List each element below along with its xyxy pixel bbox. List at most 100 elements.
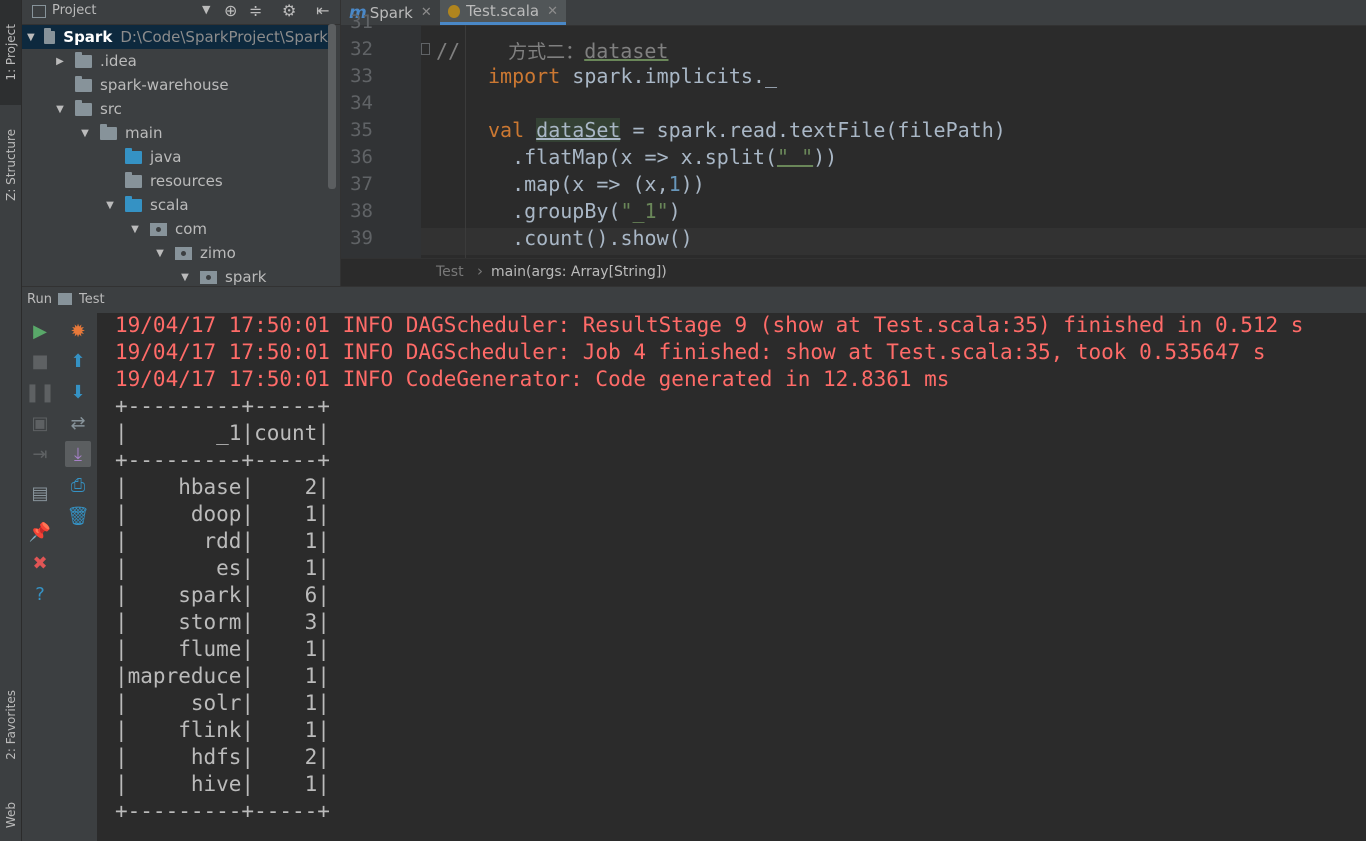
code-area[interactable]: // 方式二：dataset import spark.implicits._ … [341,25,1366,258]
print-icon[interactable]: ⎙ [65,472,91,498]
tab-web-label: Web [3,802,18,829]
help-icon[interactable]: ? [27,581,53,607]
chevron-down-icon[interactable]: ▼ [103,198,117,212]
tree-item[interactable]: ▼ main [22,121,162,145]
tab-favorites[interactable]: 2: Favorites [0,675,21,775]
tree-item[interactable]: resources [22,169,223,193]
locate-icon[interactable]: ⊕ [224,1,237,20]
console-log-line: 19/04/17 17:50:01 INFO DAGScheduler: Job… [115,340,1266,364]
pin-icon[interactable]: 📌 [27,519,53,545]
scala-object-icon [448,4,461,18]
project-scrollbar[interactable] [328,24,336,189]
code-line-33: import spark.implicits._ [488,64,777,88]
editor-area: m Spark ✕ Test.scala ✕ 31 32 33 34 35 36… [340,0,1366,287]
project-view-icon [32,5,46,18]
run-config-tab[interactable]: Test [79,292,105,307]
tree-item[interactable]: ▶ .idea [22,49,137,73]
chevron-down-icon[interactable]: ▼ [26,30,36,44]
console-output-line: +---------+-----+ [115,448,330,472]
breadcrumb-method[interactable]: main(args: Array[String]) [491,264,667,280]
tree-item-label: .idea [100,52,137,70]
hide-panel-icon[interactable]: ⇤ [316,1,329,20]
source-folder-icon [125,147,142,164]
tree-item-label: com [175,220,208,238]
console-output-line: | solr| 1| [115,691,330,715]
chevron-down-icon[interactable]: ▼ [153,246,167,260]
arrow-down-icon[interactable]: ⬇ [65,379,91,405]
dump-threads-icon[interactable]: ▣ [27,410,53,436]
tab-favorites-label: 2: Favorites [3,690,18,760]
tab-structure[interactable]: Z: Structure [0,110,21,220]
console-output-line: | hdfs| 2| [115,745,330,769]
tree-item[interactable]: ▼ zimo [22,241,236,265]
folder-icon [75,99,92,116]
chevron-down-icon[interactable]: ▼ [178,270,192,284]
resources-folder-icon [125,171,142,188]
project-panel-header: Project ▼ ⊕ ≑ ⚙ ⇤ [22,0,340,25]
tree-item[interactable]: ▼ scala [22,193,189,217]
project-panel: Project ▼ ⊕ ≑ ⚙ ⇤ ▼ Spark D:\Code\SparkPro… [22,0,340,286]
tree-item[interactable]: spark-warehouse [22,73,229,97]
console-output-line: | storm| 3| [115,610,330,634]
console-output-line: | rdd| 1| [115,529,330,553]
layout-icon[interactable]: ▤ [27,480,53,506]
chevron-down-icon[interactable]: ▼ [53,102,67,116]
tree-item[interactable]: ▼ src [22,97,122,121]
tree-item-label: java [150,148,182,166]
console-output-line: | hive| 1| [115,772,330,796]
console-log-line: 19/04/17 17:50:01 INFO DAGScheduler: Res… [115,313,1304,337]
run-toolbar-right: ✹ ⬆ ⬇ ⇄ ⤓ ⎙ 🗑 [58,313,97,841]
trash-icon[interactable]: 🗑 [65,503,91,529]
tool-window-stripe: 1: Project Z: Structure 2: Favorites Web [0,0,22,841]
breadcrumb: Test › main(args: Array[String]) [341,258,1366,287]
tab-spark-label: Spark [369,3,413,22]
close-icon[interactable]: ✕ [547,4,558,19]
package-icon [200,270,217,284]
tree-item[interactable]: ▼ Spark D:\Code\SparkProject\Spark [22,25,328,49]
tree-item-label: zimo [200,244,236,262]
package-icon [175,246,192,260]
tab-web[interactable]: Web [0,790,21,841]
arrow-up-icon[interactable]: ⬆ [65,348,91,374]
spark-debug-icon[interactable]: ✹ [65,318,91,344]
project-panel-title[interactable]: Project [52,3,96,18]
chevron-down-icon[interactable]: ▼ [78,126,92,140]
console-output-line: +---------+-----+ [115,799,330,823]
rerun-icon[interactable]: ▶ [27,318,53,344]
code-line-32: // 方式二：dataset [436,39,669,63]
soft-wrap-icon[interactable]: ⇄ [65,410,91,436]
tree-item[interactable]: java [22,145,181,169]
collapse-all-icon[interactable]: ≑ [249,1,262,20]
tab-structure-label: Z: Structure [3,129,18,201]
folder-icon [75,75,92,92]
tab-project[interactable]: 1: Project [0,0,21,105]
chevron-right-icon[interactable]: ▶ [53,54,67,68]
chevron-down-icon[interactable]: ▼ [202,3,210,16]
tree-item-path: D:\Code\SparkProject\Spark [120,28,328,46]
chevron-down-icon[interactable]: ▼ [128,222,142,236]
console-output-line: | es| 1| [115,556,330,580]
code-line-36: .flatMap(x => x.split(" ")) [488,145,838,169]
console-output-line: |mapreduce| 1| [115,664,330,688]
chevron-down-icon [53,78,67,92]
console-output-line: | doop| 1| [115,502,330,526]
breadcrumb-file[interactable]: Test [436,264,464,280]
close-icon[interactable]: ✖ [27,550,53,576]
code-line-37: .map(x => (x,1)) [488,172,705,196]
tree-item-label: spark-warehouse [100,76,229,94]
pause-icon[interactable]: ❚❚ [25,379,55,405]
scroll-to-end-icon[interactable]: ⤓ [65,441,91,467]
code-line-39: .count().show() [488,226,693,250]
close-icon[interactable]: ✕ [421,5,432,20]
code-line-35: val dataSet = spark.read.textFile(filePa… [488,118,1006,142]
tab-test-scala-label: Test.scala [466,2,540,20]
console-output-line: | hbase| 2| [115,475,330,499]
exit-icon[interactable]: ⇥ [27,441,53,467]
run-label: Run [27,292,52,307]
gear-icon[interactable]: ⚙ [282,1,296,20]
console-output-line: | spark| 6| [115,583,330,607]
tree-item[interactable]: ▼ com [22,217,207,241]
stop-icon[interactable]: ■ [27,348,53,374]
console-output[interactable]: 19/04/17 17:50:01 INFO DAGScheduler: Res… [97,313,1366,841]
tab-test-scala[interactable]: Test.scala ✕ [440,0,566,25]
